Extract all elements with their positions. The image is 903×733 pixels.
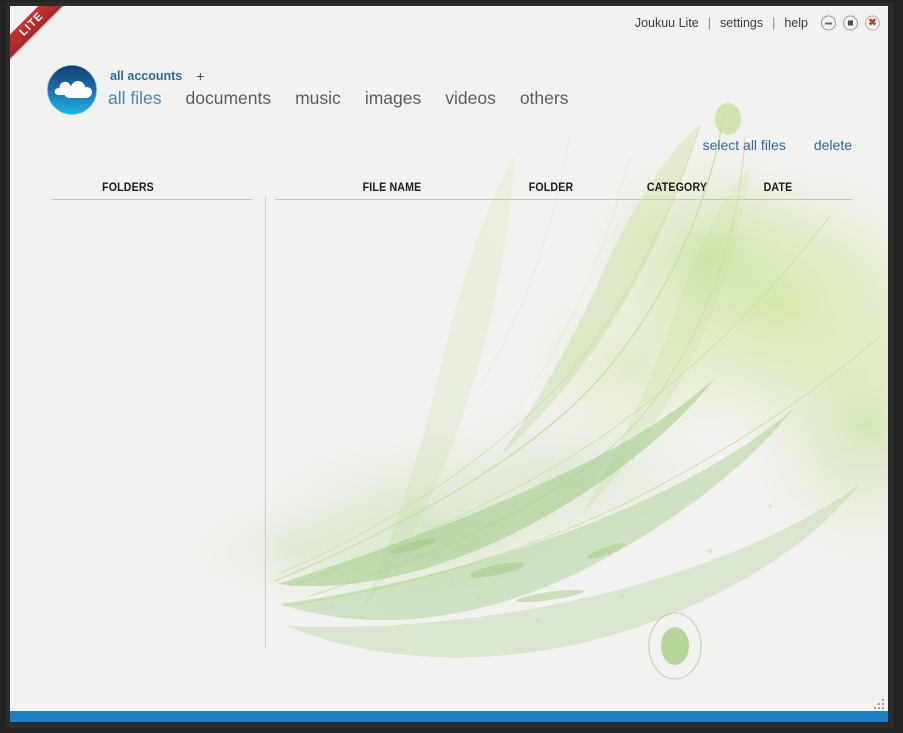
folders-tree-pane[interactable] (24, 202, 264, 648)
column-header-file-name[interactable]: FILE NAME (331, 182, 452, 194)
accounts-row: all accounts + (110, 69, 204, 83)
column-header-date[interactable]: DATE (730, 182, 826, 194)
tab-all-files[interactable]: all files (108, 88, 162, 109)
bottom-accent-bar (10, 711, 888, 722)
column-header-folder[interactable]: FOLDER (492, 182, 610, 194)
minimize-button[interactable] (821, 15, 836, 31)
column-header-folders[interactable]: FOLDERS (67, 182, 188, 194)
tab-music[interactable]: music (295, 88, 341, 109)
pane-splitter[interactable] (265, 196, 266, 648)
close-icon: ✖ (868, 17, 877, 29)
close-button[interactable]: ✖ (865, 15, 880, 31)
window-controls: ✖ (821, 15, 880, 31)
titlebar-links: Joukuu Lite | settings | help (635, 16, 808, 30)
folders-header-divider (52, 199, 252, 200)
tab-images[interactable]: images (365, 88, 421, 109)
file-list-pane[interactable] (268, 202, 876, 648)
minimize-icon (825, 22, 832, 24)
maximize-button[interactable] (843, 15, 858, 31)
tab-videos[interactable]: videos (445, 88, 496, 109)
application-frame: Joukuu Lite | settings | help ✖ LITE all… (0, 0, 903, 733)
tab-others[interactable]: others (520, 88, 569, 109)
category-tabs: all files documents music images videos … (108, 88, 568, 109)
app-name-label: Joukuu Lite (634, 16, 699, 30)
main-window: Joukuu Lite | settings | help ✖ LITE all… (10, 6, 888, 722)
delete-link[interactable]: delete (814, 137, 852, 153)
titlebar-separator-1: | (707, 16, 712, 30)
column-header-category[interactable]: CATEGORY (619, 182, 735, 194)
help-link[interactable]: help (784, 16, 808, 30)
title-bar: Joukuu Lite | settings | help ✖ (10, 6, 888, 42)
settings-link[interactable]: settings (720, 16, 763, 30)
cloud-logo-icon (46, 64, 98, 116)
all-accounts-link[interactable]: all accounts (110, 69, 182, 83)
resize-grip-icon[interactable] (873, 698, 885, 710)
filelist-header-divider (275, 199, 852, 200)
titlebar-separator-2: | (772, 16, 776, 30)
tab-documents[interactable]: documents (186, 88, 272, 109)
add-account-button[interactable]: + (196, 69, 204, 83)
maximize-icon (848, 20, 853, 26)
select-all-files-link[interactable]: select all files (703, 137, 786, 153)
file-actions: select all files delete (703, 137, 852, 153)
status-bar: total 0 files in all accounts ! (10, 654, 888, 710)
